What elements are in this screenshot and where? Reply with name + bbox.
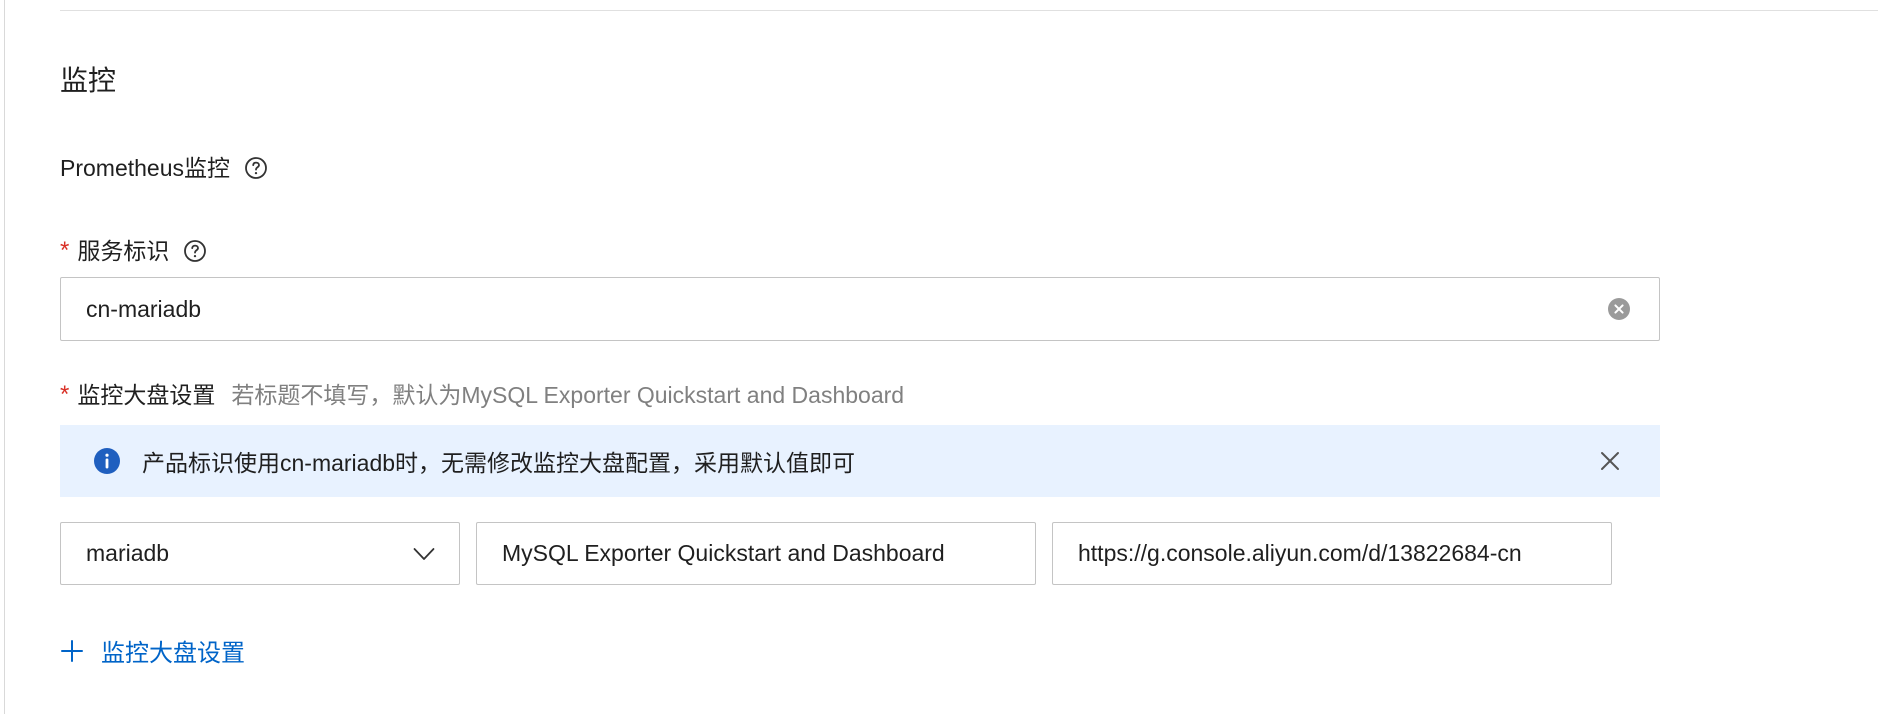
close-icon[interactable] <box>1598 449 1622 473</box>
required-mark: * <box>60 237 70 264</box>
dashboard-type-select[interactable]: mariadb <box>60 522 460 585</box>
chevron-down-icon[interactable] <box>413 547 435 561</box>
dashboard-type-selected-value: mariadb <box>86 540 170 566</box>
help-circle-icon[interactable] <box>183 239 207 263</box>
service-id-label-row: * 服务标识 <box>60 236 207 266</box>
dashboard-settings-label: 监控大盘设置 <box>77 382 216 408</box>
left-panel-border <box>4 0 5 714</box>
info-icon <box>94 448 120 474</box>
clear-circle-icon[interactable] <box>1607 297 1631 321</box>
service-id-label: 服务标识 <box>77 238 170 264</box>
dashboard-title-input[interactable]: MySQL Exporter Quickstart and Dashboard <box>476 522 1036 585</box>
prometheus-monitoring-label-row: Prometheus监控 <box>60 153 268 183</box>
add-dashboard-setting-label: 监控大盘设置 <box>101 640 245 667</box>
prometheus-monitoring-label: Prometheus监控 <box>60 155 231 181</box>
info-alert-text: 产品标识使用cn-mariadb时，无需修改监控大盘配置，采用默认值即可 <box>142 450 856 476</box>
required-mark: * <box>60 381 70 408</box>
dashboard-settings-label-row: * 监控大盘设置 若标题不填写，默认为MySQL Exporter Quicks… <box>60 380 904 410</box>
dashboard-title-hint: 若标题不填写，默认为MySQL Exporter Quickstart and … <box>231 382 905 408</box>
dashboard-url-value: https://g.console.aliyun.com/d/13822684-… <box>1078 540 1522 566</box>
help-circle-icon[interactable] <box>244 156 268 180</box>
add-dashboard-setting-button[interactable]: 监控大盘设置 <box>60 633 245 668</box>
monitoring-settings-page: 监控 Prometheus监控 * 服务标识 cn-mariadb * 监控大盘… <box>0 0 1878 714</box>
top-divider <box>60 10 1878 11</box>
dashboard-url-input[interactable]: https://g.console.aliyun.com/d/13822684-… <box>1052 522 1612 585</box>
service-id-input[interactable]: cn-mariadb <box>60 277 1660 341</box>
plus-icon <box>61 639 83 662</box>
service-id-value: cn-mariadb <box>86 295 202 322</box>
section-title: 监控 <box>60 65 117 96</box>
info-alert: 产品标识使用cn-mariadb时，无需修改监控大盘配置，采用默认值即可 <box>60 425 1660 497</box>
dashboard-title-value: MySQL Exporter Quickstart and Dashboard <box>502 540 945 566</box>
